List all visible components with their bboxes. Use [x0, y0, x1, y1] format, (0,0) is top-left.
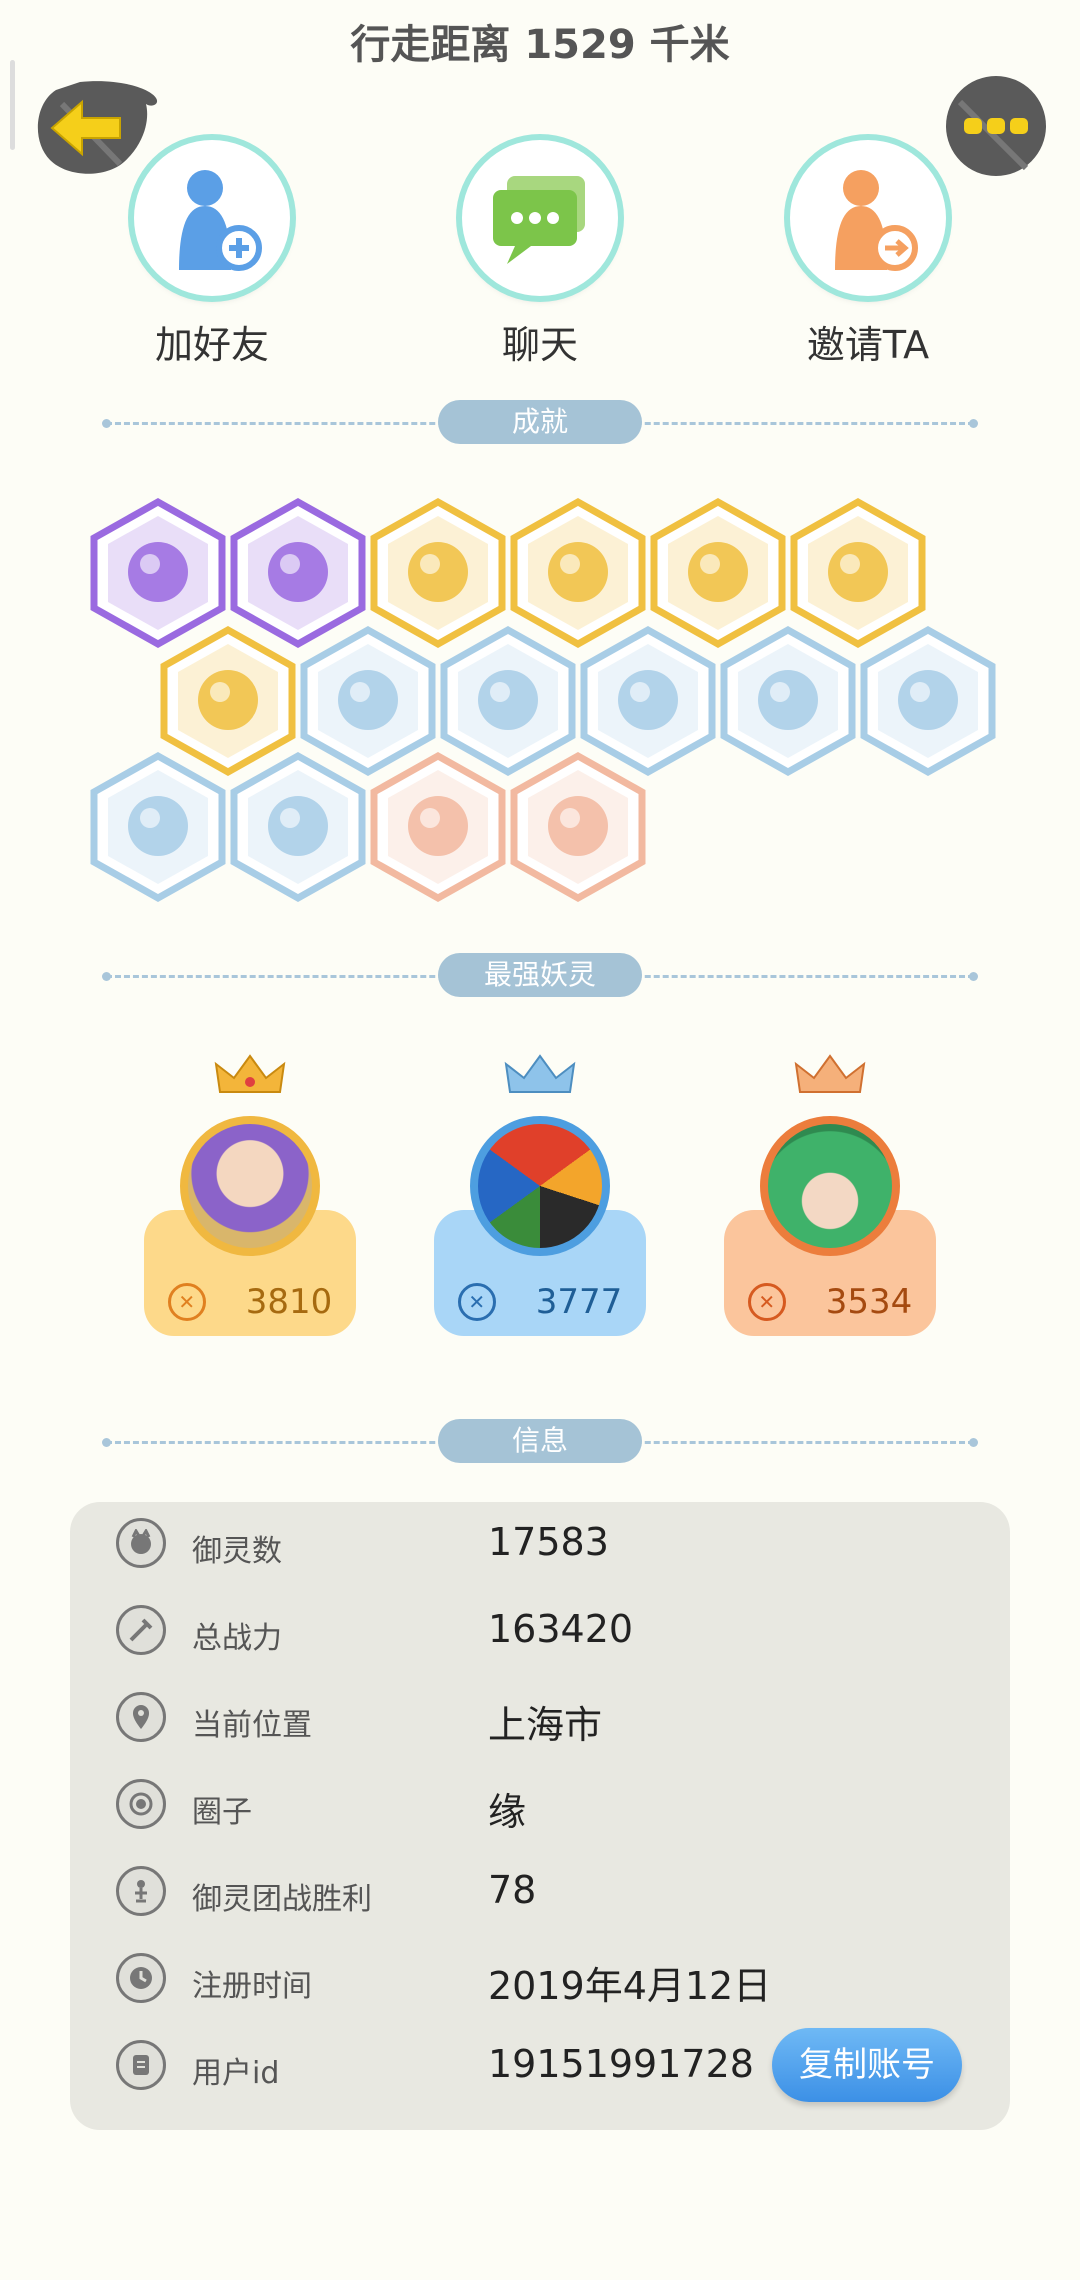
info-row-register-time: 注册时间 2019年4月12日 [116, 1947, 976, 2009]
invite-label: 邀请TA [806, 323, 930, 367]
crown-icon [794, 1054, 866, 1093]
achievement-badge[interactable] [858, 626, 998, 776]
sword-icon: ✕ [167, 1283, 206, 1321]
strongest-heading: 最强妖灵 [438, 953, 642, 997]
info-key: 总战力 [192, 1621, 282, 1656]
info-value: 2019年4月12日 [488, 1964, 772, 2008]
crown-icon [214, 1054, 286, 1093]
clock-icon [116, 1953, 166, 2003]
info-value: 19151991728 [488, 2042, 754, 2086]
location-pin-icon [116, 1692, 166, 1742]
spirit-avatar [470, 1116, 610, 1256]
invite-icon [790, 140, 946, 296]
invite-button[interactable]: 邀请TA [748, 140, 988, 369]
sword-icon: ✕ [747, 1283, 786, 1321]
info-value: 78 [488, 1868, 537, 1912]
spirit-power: 3534 [825, 1282, 913, 1322]
chat-label: 聊天 [501, 323, 578, 367]
spirit-power: 3777 [535, 1282, 623, 1322]
chat-icon [462, 140, 618, 296]
sword-icon: ✕ [457, 1283, 496, 1321]
info-key: 圈子 [192, 1795, 252, 1830]
strongest-spirit-3[interactable]: ✕ 3534 [724, 1052, 936, 1352]
page-title: 行走距离 1529 千米 [350, 22, 730, 68]
info-key: 御灵数 [192, 1534, 282, 1569]
info-key: 注册时间 [192, 1969, 312, 2004]
info-key: 用户id [192, 2056, 280, 2091]
achievement-badge[interactable] [718, 626, 858, 776]
achievement-badge[interactable] [88, 752, 228, 902]
spirit-avatar [180, 1116, 320, 1256]
crown-icon [504, 1054, 576, 1093]
strongest-spirit-2[interactable]: ✕ 3777 [434, 1052, 646, 1352]
info-row-location: 当前位置 上海市 [116, 1686, 976, 1748]
spirit-count-icon [116, 1518, 166, 1568]
info-heading: 信息 [438, 1419, 642, 1463]
achievement-badge[interactable] [508, 752, 648, 902]
info-value: 缘 [488, 1790, 527, 1834]
id-card-icon [116, 2040, 166, 2090]
copy-account-button[interactable]: 复制账号 [772, 2028, 962, 2102]
add-friend-button[interactable]: 加好友 [92, 140, 332, 369]
info-row-circle: 圈子 缘 [116, 1773, 976, 1835]
spirit-power: 3810 [245, 1282, 333, 1322]
info-value: 163420 [488, 1607, 634, 1651]
add-friend-label: 加好友 [154, 323, 269, 367]
achievement-badge[interactable] [368, 752, 508, 902]
chat-button[interactable]: 聊天 [420, 140, 660, 369]
info-row-total-power: 总战力 163420 [116, 1599, 976, 1661]
info-key: 御灵团战胜利 [192, 1882, 372, 1917]
strongest-spirit-1[interactable]: ✕ 3810 [144, 1052, 356, 1352]
info-row-spirit-count: 御灵数 17583 [116, 1512, 976, 1574]
achievement-badge[interactable] [228, 752, 368, 902]
edge-indicator [10, 60, 15, 150]
trophy-icon [116, 1866, 166, 1916]
info-value: 17583 [488, 1520, 609, 1564]
info-value: 上海市 [488, 1703, 603, 1747]
circle-icon [116, 1779, 166, 1829]
info-row-team-wins: 御灵团战胜利 78 [116, 1860, 976, 1922]
info-key: 当前位置 [192, 1708, 312, 1743]
sword-icon [116, 1605, 166, 1655]
achievements-heading: 成就 [438, 400, 642, 444]
add-friend-icon [134, 140, 290, 296]
spirit-avatar [760, 1116, 900, 1256]
